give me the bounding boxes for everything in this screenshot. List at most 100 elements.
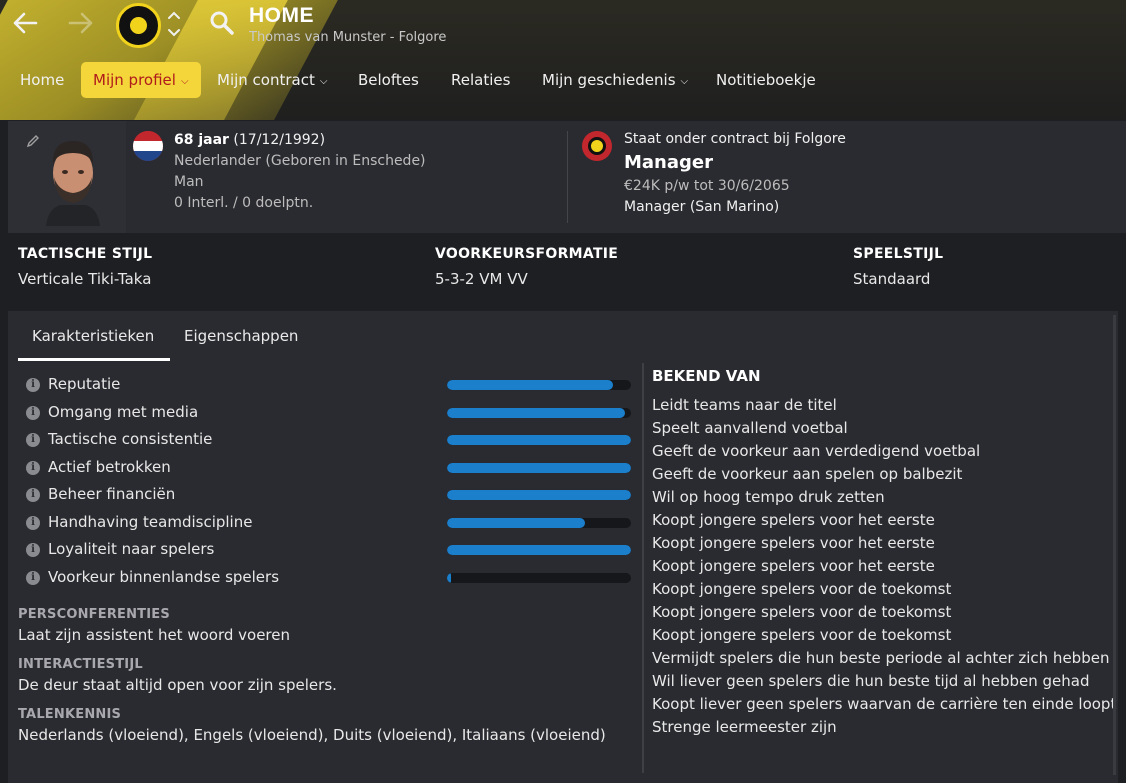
- secondary-role: Manager (San Marino): [624, 199, 780, 215]
- attribute-bar: [447, 545, 631, 555]
- tab-label: Beloftes: [358, 71, 419, 89]
- attribute-bar: [447, 380, 631, 390]
- attribute-label: Loyaliteit naar spelers: [48, 540, 215, 558]
- known-for-item: Koopt jongere spelers voor de toekomst: [652, 626, 952, 644]
- divider: [567, 131, 568, 223]
- tab-notitieboekje[interactable]: Notitieboekje: [704, 62, 828, 98]
- nationality: Nederlander (Geboren in Enschede): [174, 153, 426, 169]
- chevron-down-icon: ⌵: [319, 76, 328, 87]
- arrow-left-icon[interactable]: [10, 8, 40, 40]
- tab-label: Notitieboekje: [716, 71, 816, 89]
- attribute-row: i Beheer financiën: [26, 485, 636, 507]
- attribute-bar: [447, 435, 631, 445]
- chevron-down-icon: ⌵: [680, 76, 689, 87]
- info-icon[interactable]: i: [26, 571, 40, 585]
- age-line: 68 jaar (17/12/1992): [174, 132, 325, 148]
- known-for-item: Koopt jongere spelers voor de toekomst: [652, 580, 952, 598]
- tab-relaties[interactable]: Relaties: [439, 62, 522, 98]
- tab-home[interactable]: Home: [8, 62, 76, 98]
- info-icon[interactable]: i: [26, 378, 40, 392]
- age: 68 jaar: [174, 132, 229, 148]
- info-icon[interactable]: i: [26, 406, 40, 420]
- attribute-label: Voorkeur binnenlandse spelers: [48, 568, 280, 586]
- section-heading: PERSCONFERENTIES: [18, 607, 170, 622]
- tab-karakteristieken[interactable]: Karakteristieken: [32, 327, 154, 345]
- top-bar: HOME Thomas van Munster - Folgore: [0, 0, 1126, 52]
- attribute-row: i Loyaliteit naar spelers: [26, 540, 636, 562]
- tab-mijn-profiel[interactable]: Mijn profiel ⌵: [81, 62, 201, 98]
- attribute-bar: [447, 408, 631, 418]
- known-for-item: Vermijdt spelers die hun beste periode a…: [652, 649, 1110, 667]
- known-for-item: Koopt jongere spelers voor het eerste: [652, 511, 935, 529]
- attribute-bar: [447, 573, 631, 583]
- details-panel: Karakteristieken Eigenschappen i Reputat…: [8, 311, 1118, 783]
- attribute-bar-fill: [447, 435, 631, 445]
- active-tab-indicator: [18, 358, 170, 361]
- attribute-bar: [447, 518, 631, 528]
- tab-label: Relaties: [451, 71, 511, 89]
- search-icon[interactable]: [209, 10, 235, 36]
- tab-beloftes[interactable]: Beloftes: [346, 62, 431, 98]
- netherlands-flag-icon: [133, 131, 163, 161]
- info-icon[interactable]: i: [26, 433, 40, 447]
- scrollbar[interactable]: [1113, 315, 1116, 775]
- contract-status: Staat onder contract bij Folgore: [624, 131, 846, 147]
- club-switch-chevrons-icon[interactable]: [165, 6, 183, 42]
- section-heading: TALENKENNIS: [18, 707, 122, 722]
- tab-label: Mijn contract: [217, 71, 315, 89]
- page-title: HOME: [249, 4, 314, 27]
- playstyle-label: SPEELSTIJL: [853, 246, 944, 262]
- tab-mijn-contract[interactable]: Mijn contract ⌵: [205, 62, 339, 98]
- known-for-heading: BEKEND VAN: [652, 367, 761, 385]
- attribute-label: Omgang met media: [48, 403, 199, 421]
- playstyle-value: Standaard: [853, 270, 931, 288]
- tactic-style-value: Verticale Tiki-Taka: [18, 270, 152, 288]
- divider: [642, 363, 644, 773]
- info-icon[interactable]: i: [26, 543, 40, 557]
- page-subtitle: Thomas van Munster - Folgore: [249, 30, 447, 45]
- attribute-bar-fill: [447, 408, 626, 418]
- known-for-item: Wil op hoog tempo druk zetten: [652, 488, 885, 506]
- tab-mijn-geschiedenis[interactable]: Mijn geschiedenis ⌵: [530, 62, 700, 98]
- info-icon[interactable]: i: [26, 516, 40, 530]
- known-for-item: Leidt teams naar de titel: [652, 396, 837, 414]
- attribute-row: i Tactische consistentie: [26, 430, 636, 452]
- tab-eigenschappen[interactable]: Eigenschappen: [184, 327, 298, 345]
- contract-role: Manager: [624, 152, 713, 173]
- contract-wage: €24K p/w tot 30/6/2065: [624, 178, 790, 194]
- arrow-right-icon[interactable]: [66, 8, 96, 40]
- main-tabs: Home Mijn profiel ⌵ Mijn contract ⌵ Beloft…: [0, 62, 1126, 98]
- known-for-item: Geeft de voorkeur aan verdedigend voetba…: [652, 442, 981, 460]
- attribute-bar-fill: [447, 490, 631, 500]
- club-badge-icon[interactable]: [116, 3, 161, 48]
- attribute-label: Reputatie: [48, 375, 121, 393]
- chevron-down-icon: ⌵: [180, 76, 189, 87]
- tab-label: Home: [20, 71, 65, 89]
- attribute-row: i Omgang met media: [26, 403, 636, 425]
- avatar: [38, 131, 108, 226]
- known-for-item: Koopt liever geen spelers waarvan de car…: [652, 695, 1117, 713]
- section-value: De deur staat altijd open voor zijn spel…: [18, 676, 337, 694]
- attribute-row: i Handhaving teamdiscipline: [26, 513, 636, 535]
- attribute-bar-fill: [447, 573, 451, 583]
- info-icon[interactable]: i: [26, 488, 40, 502]
- header-bar: HOME Thomas van Munster - Folgore Home M…: [0, 0, 1126, 120]
- known-for-item: Speelt aanvallend voetbal: [652, 419, 848, 437]
- birthdate: (17/12/1992): [233, 132, 326, 148]
- attribute-label: Beheer financiën: [48, 485, 176, 503]
- tactic-style-label: TACTISCHE STIJL: [18, 246, 153, 262]
- attribute-row: i Reputatie: [26, 375, 636, 397]
- gender: Man: [174, 174, 204, 190]
- attribute-bar-fill: [447, 380, 613, 390]
- attribute-bar: [447, 463, 631, 473]
- attribute-label: Tactische consistentie: [48, 430, 213, 448]
- section-heading: INTERACTIESTIJL: [18, 657, 143, 672]
- attribute-bar-fill: [447, 518, 585, 528]
- attribute-label: Actief betrokken: [48, 458, 171, 476]
- attribute-label: Handhaving teamdiscipline: [48, 513, 253, 531]
- attribute-row: i Actief betrokken: [26, 458, 636, 480]
- attribute-bar-fill: [447, 463, 631, 473]
- international-caps: 0 Interl. / 0 doelptn.: [174, 195, 314, 211]
- info-icon[interactable]: i: [26, 461, 40, 475]
- club-badge-icon: [582, 131, 612, 161]
